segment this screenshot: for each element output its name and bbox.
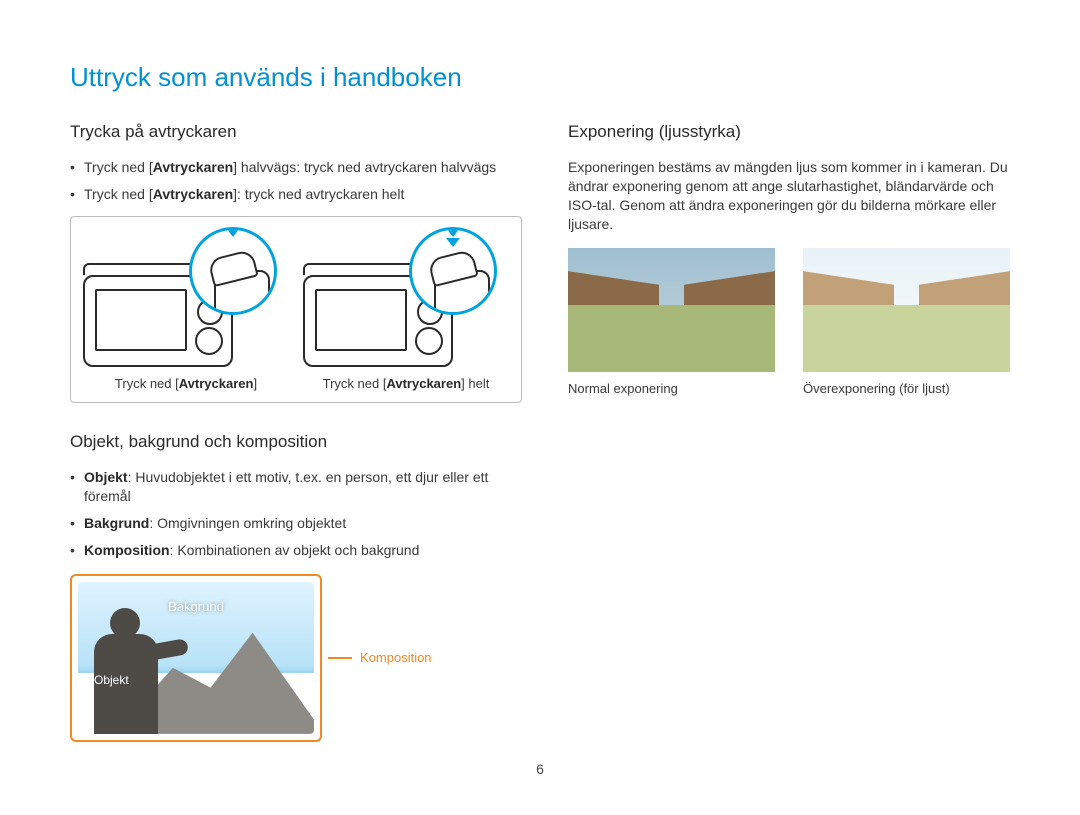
list-item: Tryck ned [Avtryckaren] halvvägs: tryck … [70, 158, 522, 177]
right-column: Exponering (ljusstyrka) Exponeringen bes… [568, 121, 1010, 742]
shutter-bullets: Tryck ned [Avtryckaren] halvvägs: tryck … [70, 158, 522, 204]
photo-normal-exposure [568, 248, 775, 372]
caption-over: Överexponering (för ljust) [803, 380, 1010, 398]
camera-full-press-icon [301, 229, 511, 369]
page-title: Uttryck som används i handboken [70, 60, 1010, 95]
shutter-illustration-box: Tryck ned [Avtryckaren] [70, 216, 522, 404]
list-item: Tryck ned [Avtryckaren]: tryck ned avtry… [70, 185, 522, 204]
caption-normal: Normal exponering [568, 380, 775, 398]
section-heading-exposure: Exponering (ljusstyrka) [568, 121, 1010, 144]
shutter-full-panel: Tryck ned [Avtryckaren] helt [301, 229, 511, 393]
section-heading-composition: Objekt, bakgrund och komposition [70, 431, 522, 454]
composition-figure-row: Bakgrund Objekt Komposition [70, 574, 522, 742]
exposure-examples: Normal exponering Överexponering (för lj… [568, 248, 1010, 398]
exposure-normal: Normal exponering [568, 248, 775, 398]
section-heading-shutter: Trycka på avtryckaren [70, 121, 522, 144]
composition-illustration: Bakgrund Objekt [78, 582, 314, 734]
page-number: 6 [70, 760, 1010, 779]
list-item: Komposition: Kombinationen av objekt och… [70, 541, 522, 560]
camera-half-press-icon [81, 229, 291, 369]
label-composition: Komposition [360, 649, 432, 667]
photo-overexposure [803, 248, 1010, 372]
left-column: Trycka på avtryckaren Tryck ned [Avtryck… [70, 121, 522, 742]
two-column-layout: Trycka på avtryckaren Tryck ned [Avtryck… [70, 121, 1010, 742]
composition-bullets: Objekt: Huvudobjektet i ett motiv, t.ex.… [70, 468, 522, 560]
list-item: Objekt: Huvudobjektet i ett motiv, t.ex.… [70, 468, 522, 506]
exposure-over: Överexponering (för ljust) [803, 248, 1010, 398]
callout-line-icon [328, 657, 352, 659]
label-object: Objekt [94, 672, 129, 688]
label-background: Bakgrund [168, 598, 224, 616]
caption-full: Tryck ned [Avtryckaren] helt [323, 375, 490, 393]
caption-half: Tryck ned [Avtryckaren] [115, 375, 257, 393]
shutter-half-panel: Tryck ned [Avtryckaren] [81, 229, 291, 393]
list-item: Bakgrund: Omgivningen omkring objektet [70, 514, 522, 533]
exposure-paragraph: Exponeringen bestäms av mängden ljus som… [568, 158, 1010, 234]
composition-frame: Bakgrund Objekt [70, 574, 322, 742]
